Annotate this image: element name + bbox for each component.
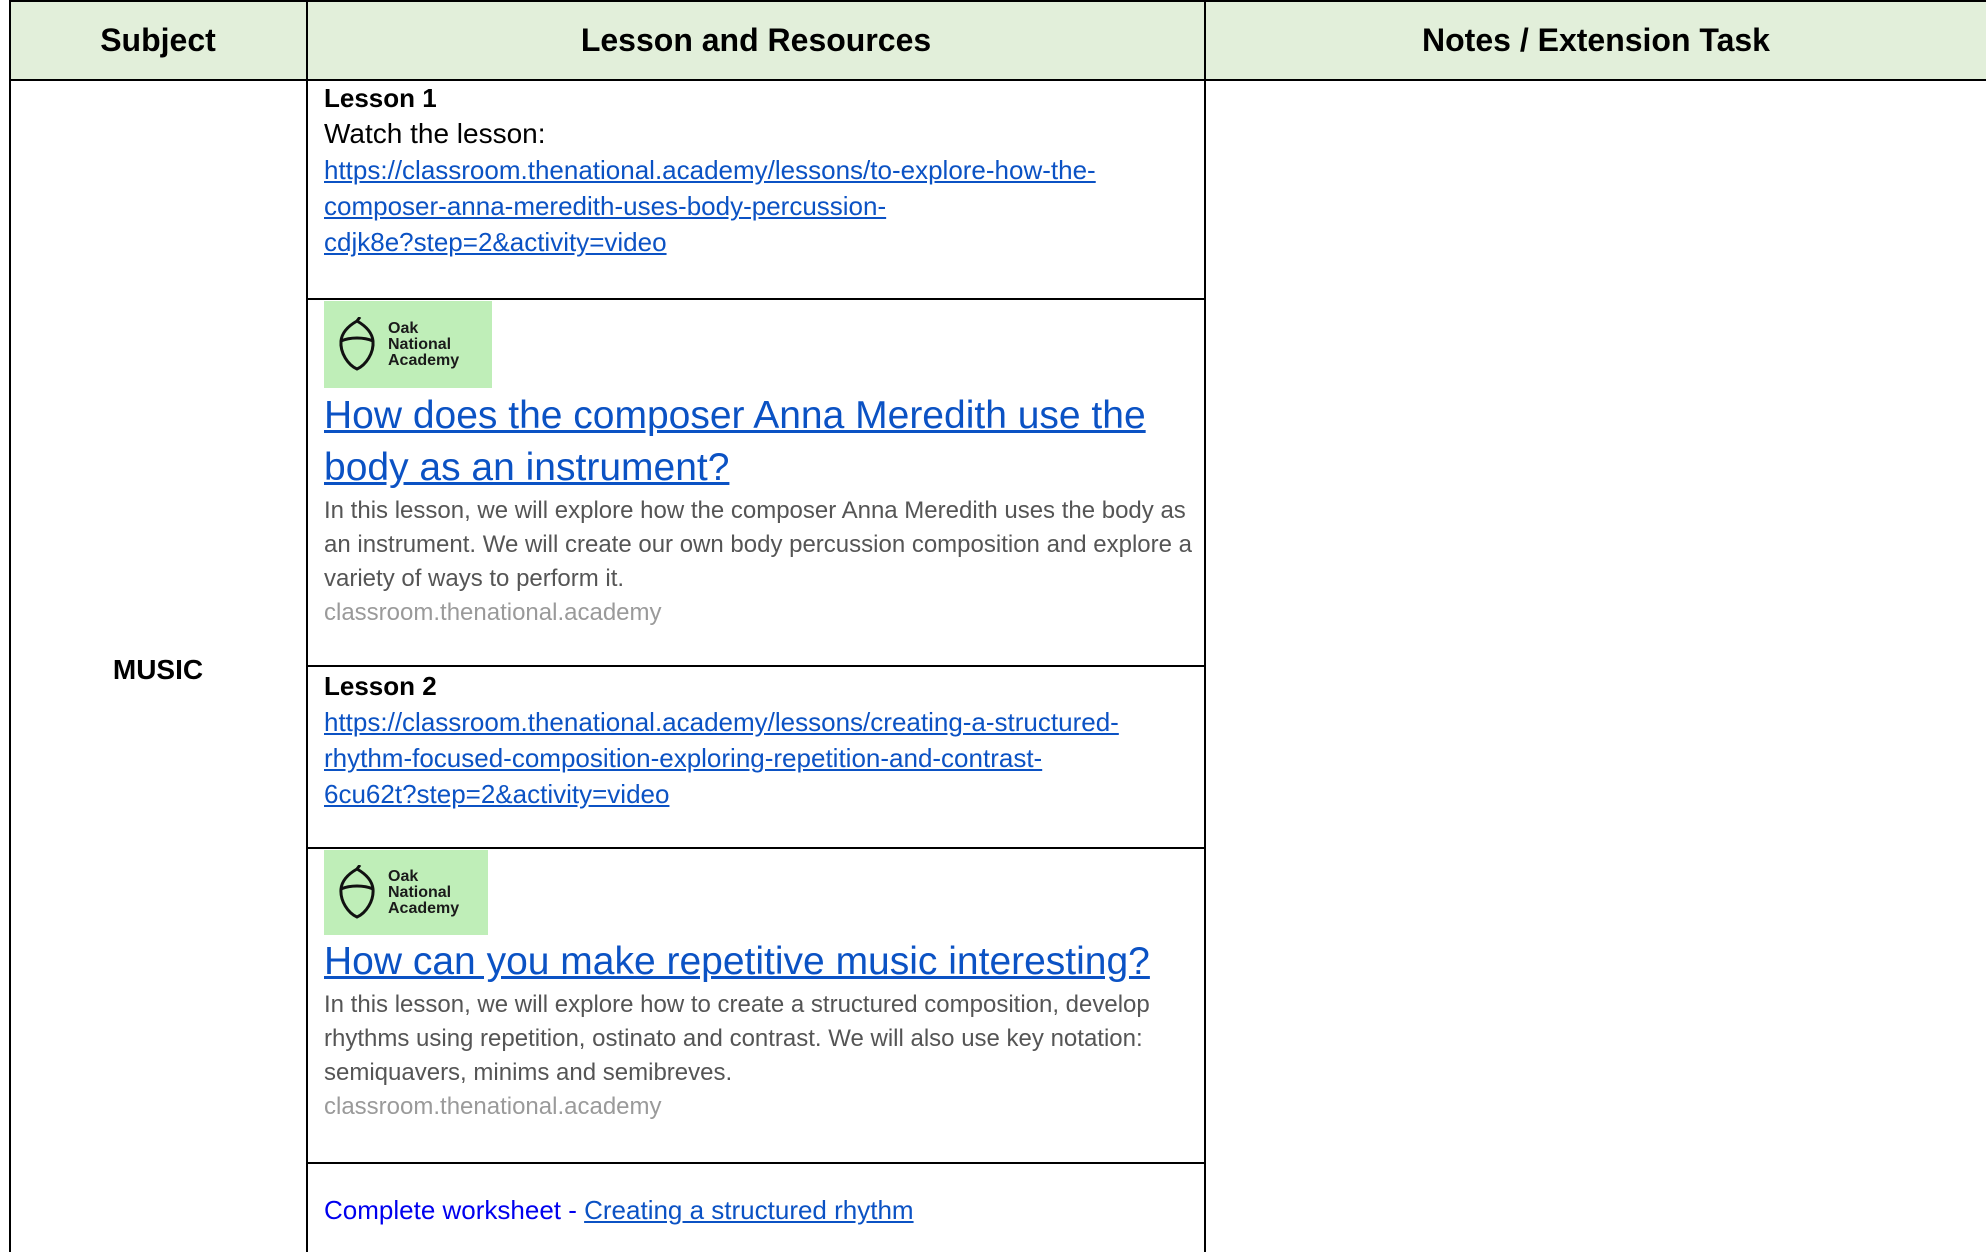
subject-cell: MUSIC bbox=[10, 640, 306, 700]
header-lesson: Lesson and Resources bbox=[308, 0, 1204, 80]
worksheet-prefix: Complete worksheet - bbox=[324, 1195, 585, 1225]
lesson-2-link-line-3: 6cu62t?step=2&activity=video bbox=[324, 779, 670, 809]
subject-name: MUSIC bbox=[112, 654, 204, 685]
oak-logo-text-1: Oak National Academy bbox=[388, 319, 460, 369]
logo-line-2: National bbox=[388, 883, 452, 901]
row-divider-2 bbox=[306, 665, 1206, 667]
card-1-domain: classroom.thenational.academy bbox=[324, 599, 662, 626]
logo-line-3: Academy bbox=[388, 899, 460, 917]
row-divider-1 bbox=[306, 298, 1206, 300]
lesson-2-link-line-1: https://classroom.thenational.academy/le… bbox=[324, 707, 1119, 737]
column-divider-2 bbox=[1204, 0, 1206, 1252]
header-notes: Notes / Extension Task bbox=[1206, 0, 1986, 80]
lesson-1-link-line-2: composer-anna-meredith-uses-body-percuss… bbox=[324, 191, 887, 221]
worksheet-row: Complete worksheet - Creating a structur… bbox=[324, 1192, 1204, 1228]
lesson-2-link-line-2: rhythm-focused-composition-exploring-rep… bbox=[324, 743, 1043, 773]
oak-logo-text-2: Oak National Academy bbox=[388, 867, 460, 917]
header-notes-label: Notes / Extension Task bbox=[1422, 21, 1770, 58]
acorn-icon bbox=[339, 316, 375, 371]
acorn-icon bbox=[339, 864, 375, 919]
lesson-1-link[interactable]: https://classroom.thenational.academy/le… bbox=[324, 152, 1204, 260]
card-2-domain: classroom.thenational.academy bbox=[324, 1093, 662, 1120]
worksheet-link[interactable]: Creating a structured rhythm bbox=[584, 1195, 913, 1225]
lesson-2-block: Lesson 2 https://classroom.thenational.a… bbox=[324, 668, 1204, 812]
card-1-title[interactable]: How does the composer Anna Meredith use … bbox=[324, 390, 1204, 494]
card-2-title[interactable]: How can you make repetitive music intere… bbox=[324, 936, 1204, 988]
logo-line-1: Oak bbox=[388, 867, 419, 885]
oak-logo-1[interactable]: Oak National Academy bbox=[324, 301, 492, 388]
header-subject-label: Subject bbox=[100, 21, 216, 58]
row-divider-3 bbox=[306, 847, 1206, 849]
logo-line-3: Academy bbox=[388, 351, 460, 369]
card-1: How does the composer Anna Meredith use … bbox=[324, 390, 1204, 630]
header-lesson-label: Lesson and Resources bbox=[580, 21, 932, 58]
lesson-1-link-line-1: https://classroom.thenational.academy/le… bbox=[324, 155, 1096, 185]
lesson-2-title: Lesson 2 bbox=[324, 671, 437, 701]
logo-line-2: National bbox=[388, 335, 452, 353]
column-divider-1 bbox=[306, 0, 308, 1252]
card-1-description: In this lesson, we will explore how the … bbox=[324, 497, 1193, 592]
header-subject: Subject bbox=[10, 0, 306, 80]
lesson-1-block: Lesson 1 Watch the lesson: https://class… bbox=[324, 80, 1204, 260]
card-2: How can you make repetitive music intere… bbox=[324, 936, 1204, 1124]
lesson-1-link-line-3: cdjk8e?step=2&activity=video bbox=[324, 227, 667, 257]
logo-line-1: Oak bbox=[388, 319, 419, 337]
lesson-1-instruction: Watch the lesson: bbox=[324, 118, 546, 149]
lesson-2-link[interactable]: https://classroom.thenational.academy/le… bbox=[324, 704, 1204, 812]
oak-logo-2[interactable]: Oak National Academy bbox=[324, 850, 488, 935]
lesson-1-title: Lesson 1 bbox=[324, 83, 437, 113]
table-left-border bbox=[9, 0, 11, 1252]
card-2-description: In this lesson, we will explore how to c… bbox=[324, 991, 1150, 1086]
row-divider-4 bbox=[306, 1162, 1206, 1164]
